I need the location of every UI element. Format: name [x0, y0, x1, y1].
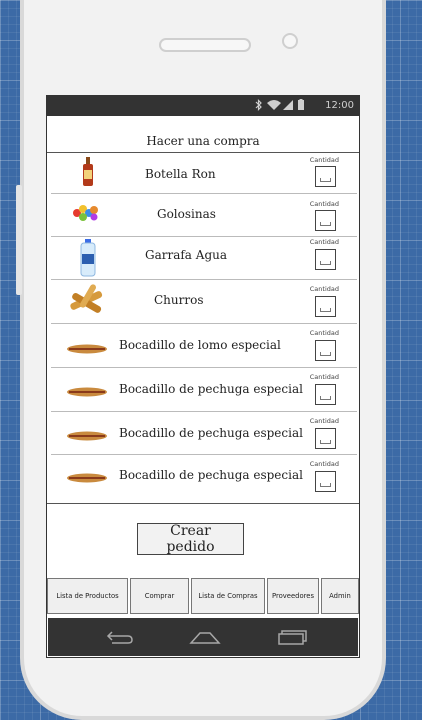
quantity-input[interactable] — [315, 249, 336, 270]
tab-comprar[interactable]: Comprar — [130, 578, 189, 614]
quantity-input[interactable] — [315, 210, 336, 231]
quantity-label: Cantidad — [309, 417, 339, 425]
quantity-label: Cantidad — [309, 460, 339, 468]
camera-icon — [282, 33, 298, 49]
tab-proveedores[interactable]: Proveedores — [267, 578, 319, 614]
candy-icon — [71, 203, 101, 227]
product-row: Golosinas Cantidad — [51, 193, 357, 237]
product-row: Churros Cantidad — [51, 279, 357, 324]
tab-admin[interactable]: Admin — [321, 578, 359, 614]
crear-pedido-button[interactable]: Crear pedido — [137, 523, 244, 555]
product-name: Bocadillo de lomo especial — [119, 338, 281, 352]
bottom-tab-bar: Lista de Productos Comprar Lista de Comp… — [47, 578, 359, 616]
product-row: Bocadillo de pechuga especial Cantidad — [51, 411, 357, 455]
speaker-grille — [159, 38, 251, 52]
quantity-input[interactable] — [315, 471, 336, 492]
quantity-label: Cantidad — [309, 329, 339, 337]
quantity-input[interactable] — [315, 340, 336, 361]
quantity-label: Cantidad — [309, 200, 339, 208]
signal-icon — [283, 100, 293, 110]
water-jug-icon — [80, 239, 96, 281]
tab-lista-compras[interactable]: Lista de Compras — [191, 578, 265, 614]
quantity-input[interactable] — [315, 296, 336, 317]
status-time: 12:00 — [325, 100, 354, 111]
recent-apps-icon[interactable] — [276, 627, 308, 651]
wifi-icon — [267, 100, 281, 110]
system-nav-bar — [48, 618, 358, 656]
bluetooth-icon — [255, 99, 262, 111]
product-name: Botella Ron — [145, 167, 216, 181]
product-list: Botella Ron Cantidad Golosinas Cantidad — [47, 152, 359, 504]
battery-icon — [298, 99, 304, 110]
quantity-input[interactable] — [315, 166, 336, 187]
sandwich-icon — [67, 339, 107, 358]
quantity-label: Cantidad — [309, 373, 339, 381]
product-row: Bocadillo de pechuga especial Cantidad — [51, 367, 357, 412]
product-name: Churros — [154, 293, 204, 307]
product-name: Bocadillo de pechuga especial — [119, 382, 303, 396]
quantity-label: Cantidad — [309, 238, 339, 246]
product-name: Garrafa Agua — [145, 248, 228, 262]
product-name: Bocadillo de pechuga especial — [119, 426, 303, 440]
sandwich-icon — [67, 468, 107, 487]
product-row: Garrafa Agua Cantidad — [51, 236, 357, 280]
product-row: Bocadillo de pechuga especial Cantidad — [51, 454, 357, 501]
quantity-label: Cantidad — [309, 285, 339, 293]
product-row: Botella Ron Cantidad — [51, 153, 357, 194]
product-name: Bocadillo de pechuga especial — [119, 468, 303, 482]
sandwich-icon — [67, 382, 107, 401]
sandwich-icon — [67, 426, 107, 445]
page-title: Hacer una compra — [146, 134, 260, 148]
rum-bottle-icon — [81, 157, 95, 191]
home-icon[interactable] — [188, 627, 222, 651]
churros-icon — [65, 283, 109, 323]
product-row: Bocadillo de lomo especial Cantidad — [51, 323, 357, 368]
quantity-input[interactable] — [315, 428, 336, 449]
status-icons — [253, 98, 315, 115]
quantity-label: Cantidad — [309, 156, 339, 164]
back-icon[interactable] — [104, 627, 136, 651]
app-screen: 12:00 Hacer una compra Botella Ron Canti… — [46, 95, 360, 658]
product-name: Golosinas — [157, 207, 216, 221]
quantity-input[interactable] — [315, 384, 336, 405]
side-button — [16, 185, 22, 295]
tab-lista-productos[interactable]: Lista de Productos — [47, 578, 128, 614]
status-bar: 12:00 — [47, 96, 359, 116]
